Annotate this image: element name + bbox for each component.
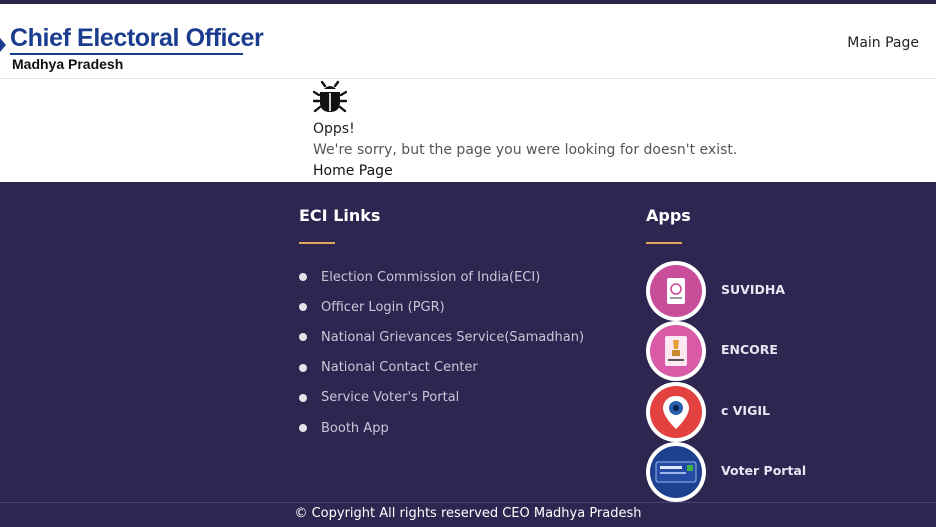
booth-app-link[interactable]: Booth App <box>321 421 389 436</box>
home-page-link[interactable]: Home Page <box>313 163 393 179</box>
eci-links-list: Election Commission of India(ECI) Office… <box>299 262 584 443</box>
eci-links-rule <box>299 242 335 244</box>
logo-title[interactable]: Chief Electoral Officer <box>10 24 264 53</box>
logo-mark-icon <box>0 38 6 52</box>
site-header: Chief Electoral Officer Madhya Pradesh M… <box>0 4 936 79</box>
list-item: Booth App <box>299 413 584 443</box>
app-item-cvigil[interactable]: c VIGIL <box>645 381 845 442</box>
voter-portal-app-icon[interactable] <box>646 441 706 502</box>
site-footer: ECI Links Election Commission of India(E… <box>0 182 936 527</box>
list-item: National Grievances Service(Samadhan) <box>299 322 584 352</box>
bullet-icon <box>299 333 307 342</box>
apps-rule <box>646 242 682 244</box>
list-item: Election Commission of India(ECI) <box>299 262 584 292</box>
app-name[interactable]: Voter Portal <box>721 463 806 478</box>
apps-title: Apps <box>646 206 691 225</box>
app-name[interactable]: SUVIDHA <box>721 282 785 297</box>
suvidha-app-icon[interactable] <box>646 261 706 321</box>
apps-list: SUVIDHA ENCORE c VIGIL Voter Portal <box>645 260 845 502</box>
app-item-suvidha[interactable]: SUVIDHA <box>645 260 845 321</box>
app-name[interactable]: ENCORE <box>721 342 778 357</box>
bullet-icon <box>299 273 307 282</box>
footer-divider <box>0 502 936 503</box>
list-item: National Contact Center <box>299 353 584 383</box>
cvigil-app-icon[interactable] <box>646 381 706 442</box>
service-voter-portal-link[interactable]: Service Voter's Portal <box>321 390 459 405</box>
bullet-icon <box>299 424 307 433</box>
bullet-icon <box>299 393 307 402</box>
contact-center-link[interactable]: National Contact Center <box>321 360 478 375</box>
bullet-icon <box>299 363 307 372</box>
error-title: Opps! <box>313 121 355 137</box>
bug-icon <box>313 80 347 113</box>
eci-link[interactable]: Election Commission of India(ECI) <box>321 270 540 285</box>
list-item: Officer Login (PGR) <box>299 292 584 322</box>
main-page-link[interactable]: Main Page <box>847 35 919 51</box>
logo-underline <box>10 53 243 55</box>
list-item: Service Voter's Portal <box>299 383 584 413</box>
encore-app-icon[interactable] <box>646 321 706 382</box>
error-message: We're sorry, but the page you were looki… <box>313 142 738 158</box>
app-name[interactable]: c VIGIL <box>721 403 770 418</box>
officer-login-link[interactable]: Officer Login (PGR) <box>321 300 445 315</box>
app-item-voter-portal[interactable]: Voter Portal <box>645 441 845 502</box>
eci-links-title: ECI Links <box>299 206 381 225</box>
samadhan-link[interactable]: National Grievances Service(Samadhan) <box>321 330 584 345</box>
copyright-text: © Copyright All rights reserved CEO Madh… <box>294 506 642 521</box>
bullet-icon <box>299 303 307 312</box>
app-item-encore[interactable]: ENCORE <box>645 320 845 382</box>
logo-subtitle[interactable]: Madhya Pradesh <box>12 56 123 72</box>
